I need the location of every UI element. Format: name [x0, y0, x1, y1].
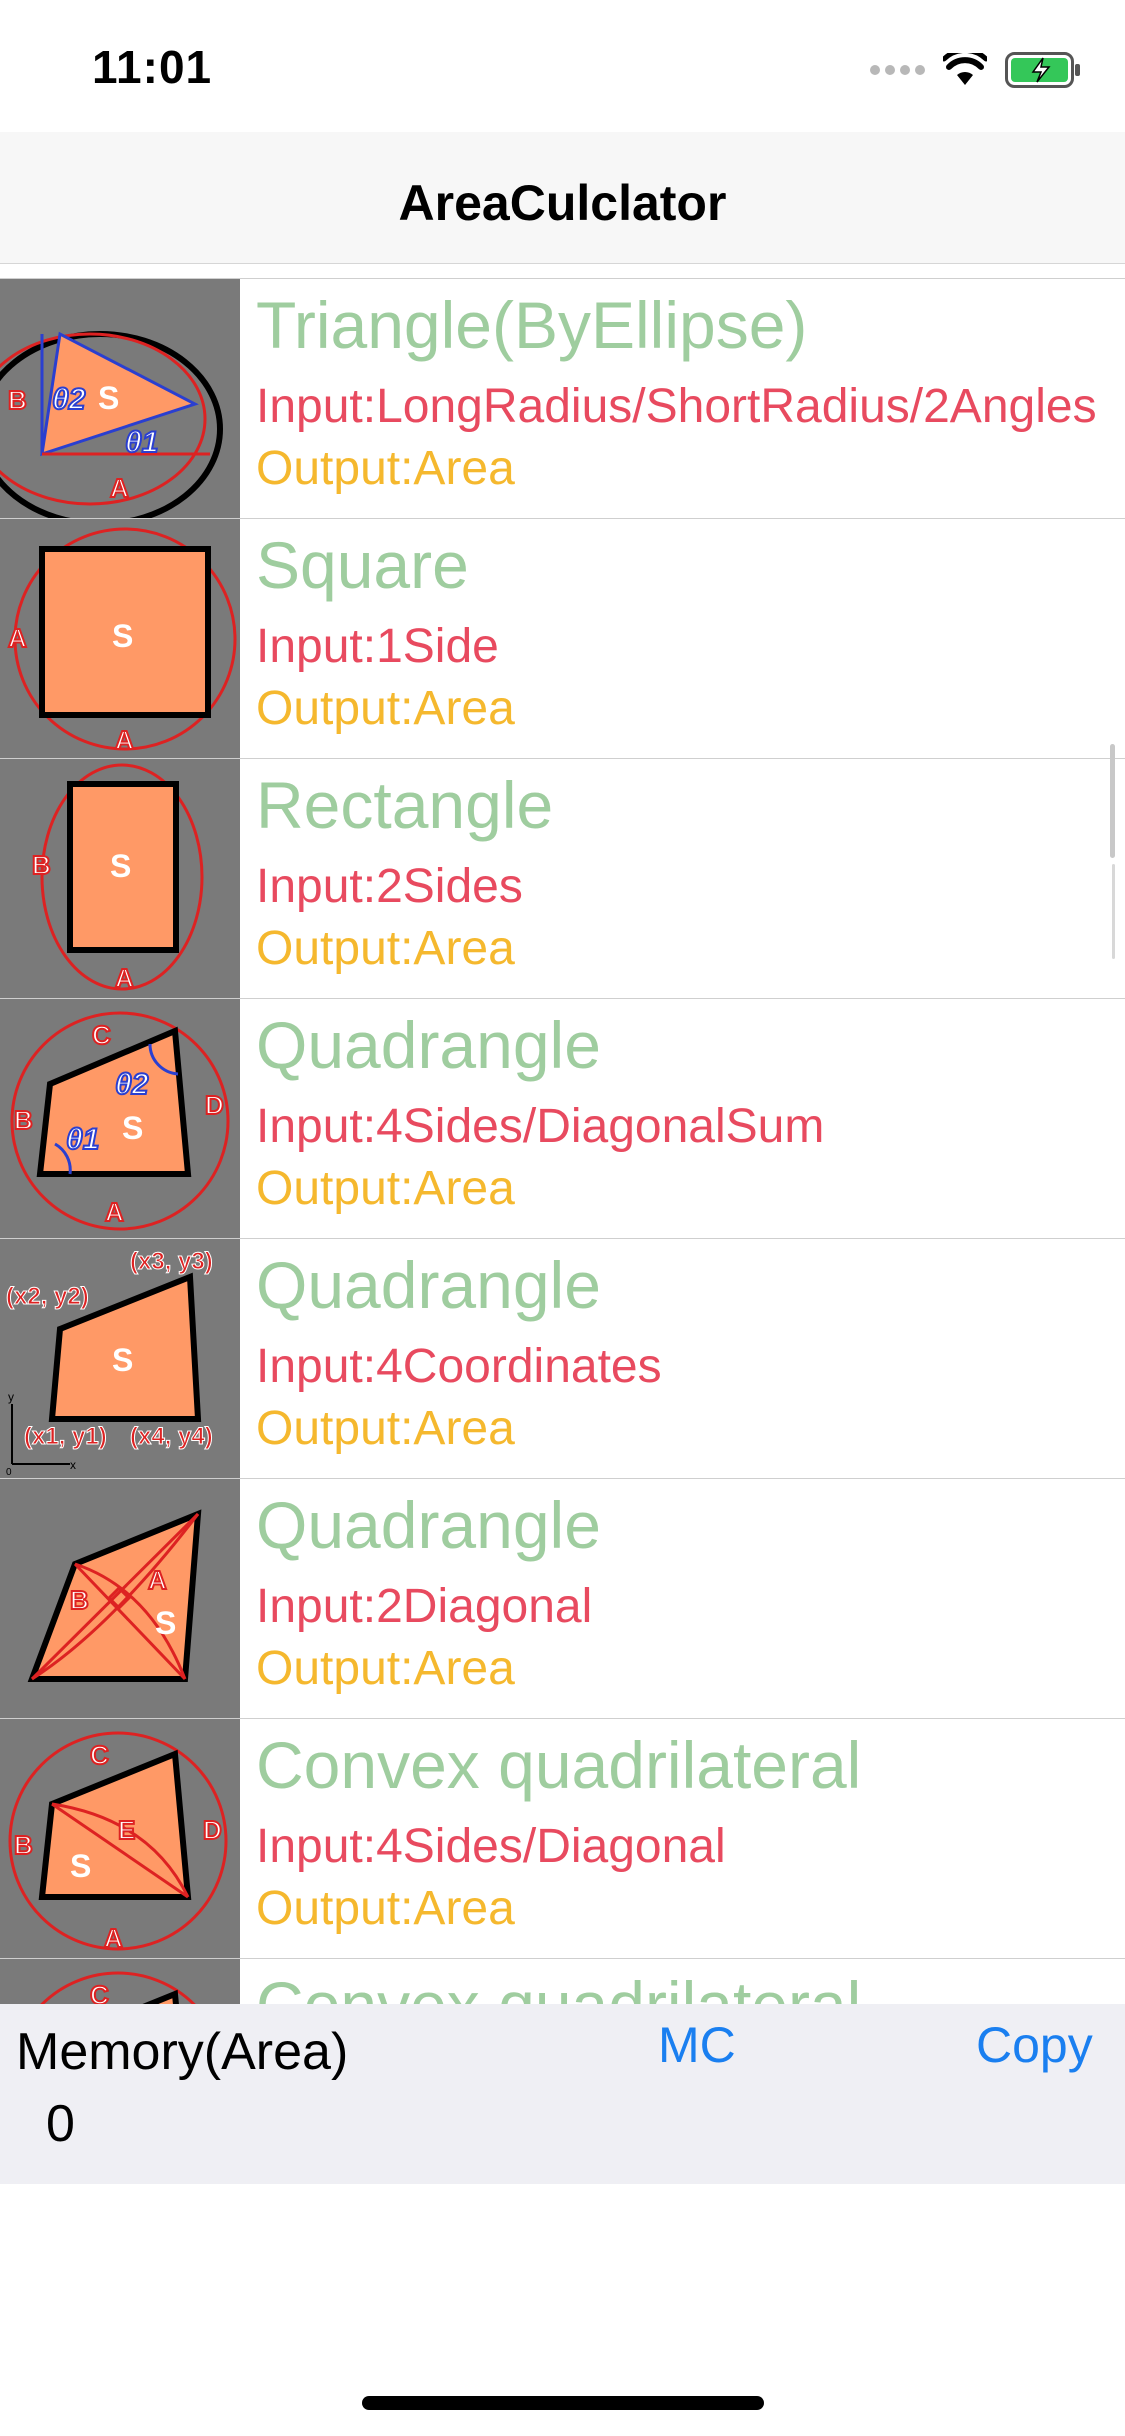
- scroll-indicator[interactable]: [1110, 744, 1115, 858]
- item-input: Input:4Sides/DiagonalSum: [256, 1100, 825, 1153]
- scroll-indicator-track: [1112, 864, 1115, 959]
- svg-text:S: S: [98, 380, 119, 416]
- svg-text:θ1: θ1: [66, 1123, 99, 1156]
- wifi-icon: [943, 53, 987, 85]
- svg-text:B: B: [70, 1585, 89, 1615]
- status-time: 11:01: [92, 41, 213, 93]
- item-title: Square: [256, 528, 469, 602]
- svg-text:A: A: [115, 725, 134, 755]
- cellular-signal-icon: [870, 65, 925, 75]
- memory-clear-button[interactable]: MC: [658, 2016, 736, 2074]
- item-title: Quadrangle: [256, 1248, 601, 1322]
- item-output: Output:Area: [256, 922, 515, 975]
- item-title: Convex quadrilateral: [256, 1728, 862, 1802]
- memory-panel: Memory(Area) 0 MC Copy: [0, 2004, 1125, 2184]
- item-title: Triangle(ByEllipse): [256, 288, 808, 362]
- item-input: Input:2Sides: [256, 860, 523, 913]
- svg-text:C: C: [90, 1980, 109, 2004]
- svg-text:B: B: [14, 1105, 33, 1135]
- svg-text:S: S: [110, 848, 131, 884]
- list-item-quadrangle-angles[interactable]: C θ2 B D θ1 S A Quadrangle Input:4Sides/…: [0, 998, 1125, 1239]
- svg-text:x: x: [70, 1458, 76, 1472]
- item-output: Output:Area: [256, 1402, 515, 1455]
- item-input: Input:1Side: [256, 620, 499, 673]
- svg-text:A: A: [110, 473, 129, 503]
- item-output: Output:Area: [256, 442, 515, 495]
- svg-text:S: S: [155, 1605, 176, 1641]
- navigation-bar: AreaCulclator: [0, 132, 1125, 264]
- svg-text:S: S: [70, 1848, 91, 1884]
- svg-text:θ2: θ2: [52, 383, 86, 416]
- item-title: Quadrangle: [256, 1488, 601, 1562]
- list-item-convex-quadrilateral-2[interactable]: C Convex quadrilateral: [0, 1958, 1125, 2004]
- item-title: Quadrangle: [256, 1008, 601, 1082]
- svg-text:θ2: θ2: [115, 1068, 149, 1101]
- svg-text:B: B: [14, 1830, 33, 1860]
- list-item-quadrangle-coordinates[interactable]: y x 0 (x3, y3) (x2, y2) S (x1, y1) (x4, …: [0, 1238, 1125, 1479]
- item-output: Output:Area: [256, 1162, 515, 1215]
- item-title: Rectangle: [256, 768, 554, 842]
- item-output: Output:Area: [256, 1882, 515, 1935]
- svg-text:(x3, y3): (x3, y3): [130, 1248, 213, 1275]
- svg-text:θ1: θ1: [125, 426, 158, 459]
- battery-charging-icon: [1005, 52, 1080, 88]
- svg-text:A: A: [148, 1565, 167, 1595]
- svg-text:S: S: [112, 1342, 133, 1378]
- svg-text:(x2, y2): (x2, y2): [6, 1283, 89, 1310]
- item-output: Output:Area: [256, 682, 515, 735]
- square-icon: A S A: [0, 519, 240, 759]
- shape-list-content: B θ2 S θ1 A Triangle(ByEllipse) Input:Lo…: [0, 278, 1125, 2004]
- copy-button[interactable]: Copy: [976, 2016, 1093, 2074]
- shape-list[interactable]: B θ2 S θ1 A Triangle(ByEllipse) Input:Lo…: [0, 264, 1125, 2004]
- svg-text:E: E: [118, 1815, 135, 1845]
- svg-text:B: B: [8, 385, 27, 415]
- svg-text:(x1, y1): (x1, y1): [24, 1423, 107, 1450]
- svg-text:A: A: [115, 963, 134, 993]
- list-item-convex-quadrilateral[interactable]: C E B D S A Convex quadrilateral Input:4…: [0, 1718, 1125, 1959]
- svg-text:A: A: [105, 1197, 124, 1227]
- svg-text:S: S: [112, 618, 133, 654]
- svg-text:D: D: [203, 1815, 222, 1845]
- memory-value: 0: [46, 2095, 75, 2153]
- svg-text:D: D: [205, 1090, 224, 1120]
- svg-text:S: S: [122, 1110, 143, 1146]
- item-input: Input:4Coordinates: [256, 1340, 662, 1393]
- home-indicator[interactable]: [362, 2396, 764, 2410]
- quadrangle-coordinates-icon: y x 0 (x3, y3) (x2, y2) S (x1, y1) (x4, …: [0, 1239, 240, 1479]
- quadrangle-angles-icon: C θ2 B D θ1 S A: [0, 999, 240, 1239]
- svg-text:y: y: [8, 1390, 14, 1404]
- item-input: Input:4Sides/Diagonal: [256, 1820, 726, 1873]
- triangle-ellipse-icon: B θ2 S θ1 A: [0, 279, 240, 519]
- item-input: Input:2Diagonal: [256, 1580, 593, 1633]
- svg-text:C: C: [92, 1020, 111, 1050]
- convex-quadrilateral-icon: C E B D S A: [0, 1719, 240, 1959]
- rectangle-icon: B S A: [0, 759, 240, 999]
- convex-quadrilateral-icon: C: [0, 1959, 240, 2004]
- quadrangle-diagonals-icon: B A S: [0, 1479, 240, 1719]
- svg-text:B: B: [32, 850, 51, 880]
- svg-text:(x4, y4): (x4, y4): [130, 1423, 213, 1450]
- item-title: Convex quadrilateral: [256, 1967, 861, 2004]
- svg-text:A: A: [104, 1923, 123, 1953]
- svg-text:C: C: [90, 1740, 109, 1770]
- list-item-rectangle[interactable]: B S A Rectangle Input:2Sides Output:Area: [0, 758, 1125, 999]
- item-output: Output:Area: [256, 1642, 515, 1695]
- item-input: Input:LongRadius/ShortRadius/2Angles: [256, 380, 1097, 433]
- list-item-square[interactable]: A S A Square Input:1Side Output:Area: [0, 518, 1125, 759]
- list-item-quadrangle-diagonals[interactable]: B A S Quadrangle Input:2Diagonal Output:…: [0, 1478, 1125, 1719]
- status-bar: 11:01: [0, 0, 1125, 132]
- list-item-triangle-ellipse[interactable]: B θ2 S θ1 A Triangle(ByEllipse) Input:Lo…: [0, 278, 1125, 519]
- page-title: AreaCulclator: [398, 175, 727, 231]
- status-icons: [870, 50, 1081, 90]
- memory-label: Memory(Area): [16, 2023, 349, 2081]
- svg-text:0: 0: [6, 1467, 12, 1478]
- svg-text:A: A: [8, 623, 27, 653]
